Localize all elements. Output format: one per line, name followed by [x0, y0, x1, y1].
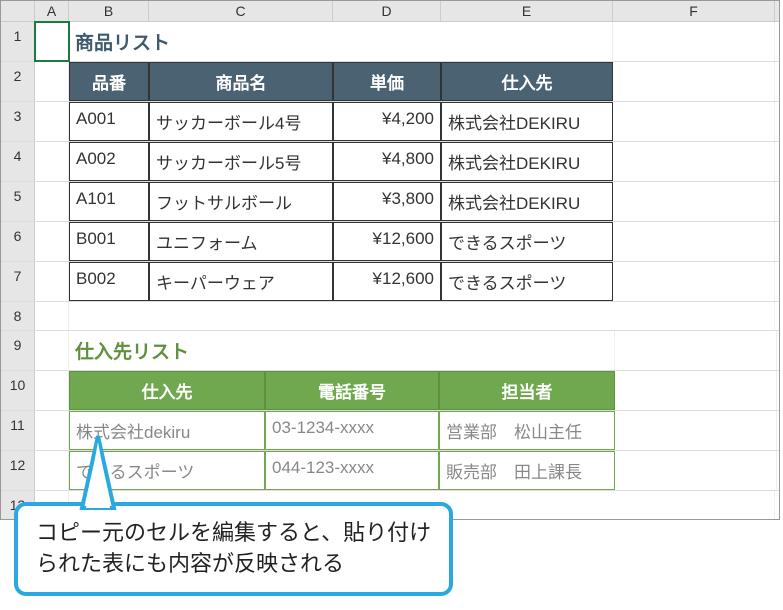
- table1-header-name[interactable]: 商品名: [149, 62, 333, 101]
- cell-F11[interactable]: [615, 411, 777, 450]
- col-header-D[interactable]: D: [333, 1, 441, 21]
- row-header-7[interactable]: 7: [1, 262, 35, 301]
- table1-header-price[interactable]: 単価: [333, 62, 441, 101]
- table1-r1-supplier[interactable]: 株式会社DEKIRU: [441, 102, 613, 141]
- row-2: 2 品番 商品名 単価 仕入先: [1, 62, 779, 102]
- cell-A1[interactable]: [35, 22, 69, 61]
- table1-r2-code[interactable]: A002: [69, 142, 149, 181]
- table1-r2-name[interactable]: サッカーボール5号: [149, 142, 333, 181]
- cell-A4[interactable]: [35, 142, 69, 181]
- table1-r1-code[interactable]: A001: [69, 102, 149, 141]
- cell-BF8[interactable]: [69, 302, 775, 330]
- cell-F9[interactable]: [615, 331, 777, 370]
- row-header-12[interactable]: 12: [1, 451, 35, 490]
- row-6: 6 B001 ユニフォーム ¥12,600 できるスポーツ: [1, 222, 779, 262]
- cell-A12[interactable]: [35, 451, 69, 490]
- table1-r3-name[interactable]: フットサルボール: [149, 182, 333, 221]
- cell-A6[interactable]: [35, 222, 69, 261]
- select-all-corner[interactable]: [1, 1, 35, 21]
- row-header-3[interactable]: 3: [1, 102, 35, 141]
- cell-F5[interactable]: [613, 182, 775, 221]
- col-header-B[interactable]: B: [69, 1, 149, 21]
- table1-title[interactable]: 商品リスト: [69, 22, 613, 61]
- row-header-8[interactable]: 8: [1, 302, 35, 330]
- row-7: 7 B002 キーパーウェア ¥12,600 できるスポーツ: [1, 262, 779, 302]
- row-5: 5 A101 フットサルボール ¥3,800 株式会社DEKIRU: [1, 182, 779, 222]
- callout-line1: コピー元のセルを編集すると、貼り付け: [36, 518, 431, 549]
- callout-pointer-icon: [78, 434, 118, 510]
- table1-header-supplier[interactable]: 仕入先: [441, 62, 613, 101]
- cell-A2[interactable]: [35, 62, 69, 101]
- row-8: 8: [1, 302, 779, 331]
- row-4: 4 A002 サッカーボール5号 ¥4,800 株式会社DEKIRU: [1, 142, 779, 182]
- cell-A11[interactable]: [35, 411, 69, 450]
- col-header-E[interactable]: E: [441, 1, 613, 21]
- table1-r4-supplier[interactable]: できるスポーツ: [441, 222, 613, 261]
- table1-r5-name[interactable]: キーパーウェア: [149, 262, 333, 301]
- row-header-6[interactable]: 6: [1, 222, 35, 261]
- cell-F4[interactable]: [613, 142, 775, 181]
- callout-line2: られた表にも内容が反映される: [36, 549, 431, 580]
- cell-A3[interactable]: [35, 102, 69, 141]
- row-1: 1 商品リスト: [1, 22, 779, 62]
- row-header-5[interactable]: 5: [1, 182, 35, 221]
- table1-r1-name[interactable]: サッカーボール4号: [149, 102, 333, 141]
- table2-r1-contact[interactable]: 営業部 松山主任: [439, 411, 615, 450]
- cell-F3[interactable]: [613, 102, 775, 141]
- table1-r2-price[interactable]: ¥4,800: [333, 142, 441, 181]
- table2-header-supplier[interactable]: 仕入先: [69, 371, 265, 410]
- table1-header-code[interactable]: 品番: [69, 62, 149, 101]
- row-header-9[interactable]: 9: [1, 331, 35, 370]
- table2-r2-contact[interactable]: 販売部 田上課長: [439, 451, 615, 490]
- row-header-11[interactable]: 11: [1, 411, 35, 450]
- row-header-1[interactable]: 1: [1, 22, 35, 61]
- cell-F12[interactable]: [615, 451, 777, 490]
- cell-F1[interactable]: [613, 22, 775, 61]
- table1-r2-supplier[interactable]: 株式会社DEKIRU: [441, 142, 613, 181]
- row-header-2[interactable]: 2: [1, 62, 35, 101]
- row-9: 9 仕入先リスト: [1, 331, 779, 371]
- table1-r5-supplier[interactable]: できるスポーツ: [441, 262, 613, 301]
- table2-header-phone[interactable]: 電話番号: [265, 371, 439, 410]
- cell-F7[interactable]: [613, 262, 775, 301]
- cell-A8[interactable]: [35, 302, 69, 330]
- table1-r3-supplier[interactable]: 株式会社DEKIRU: [441, 182, 613, 221]
- col-header-A[interactable]: A: [35, 1, 69, 21]
- cell-A7[interactable]: [35, 262, 69, 301]
- table1-r4-name[interactable]: ユニフォーム: [149, 222, 333, 261]
- cell-A10[interactable]: [35, 371, 69, 410]
- row-header-4[interactable]: 4: [1, 142, 35, 181]
- table1-r5-code[interactable]: B002: [69, 262, 149, 301]
- col-header-F[interactable]: F: [613, 1, 775, 21]
- table2-title[interactable]: 仕入先リスト: [69, 331, 615, 370]
- column-headers-row: A B C D E F: [1, 1, 779, 22]
- table2-r1-phone[interactable]: 03-1234-xxxx: [265, 411, 439, 450]
- table2-header-contact[interactable]: 担当者: [439, 371, 615, 410]
- table1-r3-code[interactable]: A101: [69, 182, 149, 221]
- row-3: 3 A001 サッカーボール4号 ¥4,200 株式会社DEKIRU: [1, 102, 779, 142]
- cell-F6[interactable]: [613, 222, 775, 261]
- table2-r2-phone[interactable]: 044-123-xxxx: [265, 451, 439, 490]
- table1-r1-price[interactable]: ¥4,200: [333, 102, 441, 141]
- col-header-C[interactable]: C: [149, 1, 333, 21]
- table1-r4-code[interactable]: B001: [69, 222, 149, 261]
- cell-F2[interactable]: [613, 62, 775, 101]
- cell-A9[interactable]: [35, 331, 69, 370]
- row-10: 10 仕入先 電話番号 担当者: [1, 371, 779, 411]
- cell-A5[interactable]: [35, 182, 69, 221]
- annotation-callout: コピー元のセルを編集すると、貼り付け られた表にも内容が反映される: [14, 502, 453, 596]
- table1-r5-price[interactable]: ¥12,600: [333, 262, 441, 301]
- row-header-10[interactable]: 10: [1, 371, 35, 410]
- cell-F10[interactable]: [615, 371, 777, 410]
- table1-r4-price[interactable]: ¥12,600: [333, 222, 441, 261]
- table1-r3-price[interactable]: ¥3,800: [333, 182, 441, 221]
